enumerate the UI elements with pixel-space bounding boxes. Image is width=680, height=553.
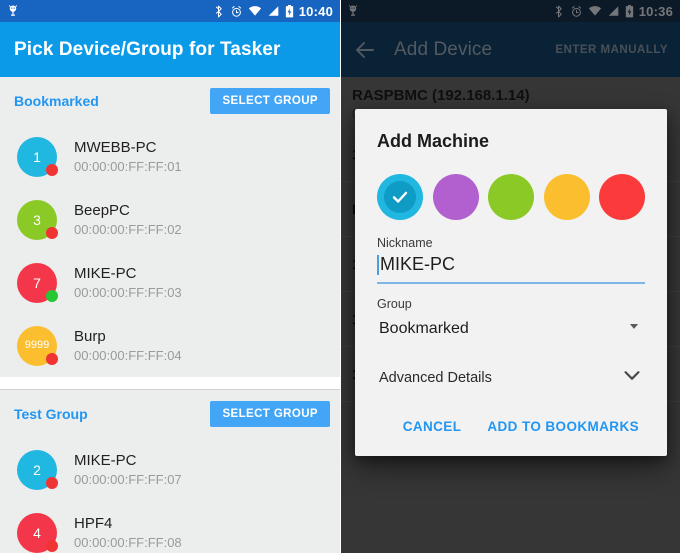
caret-down-icon bbox=[627, 319, 641, 338]
color-swatch-green[interactable] bbox=[488, 174, 534, 220]
android-robot-icon bbox=[346, 4, 360, 18]
device-name: Burp bbox=[74, 328, 106, 345]
bluetooth-icon bbox=[552, 5, 565, 18]
avatar: 2 bbox=[17, 449, 58, 490]
avatar: 1 bbox=[17, 136, 58, 177]
status-bar-icons bbox=[552, 4, 634, 18]
advanced-details-toggle[interactable]: Advanced Details bbox=[377, 364, 645, 391]
status-bar-left: 10:40 bbox=[0, 0, 340, 22]
device-mac: 00:00:00:FF:FF:01 bbox=[74, 159, 182, 174]
device-name: MWEBB-PC bbox=[74, 139, 157, 156]
add-machine-dialog: Add Machine Nickname MIKE-PC Group Bookm… bbox=[355, 109, 667, 456]
avatar: 7 bbox=[17, 262, 58, 303]
alarm-icon bbox=[570, 5, 583, 18]
group-header-test-group: Test Group SELECT GROUP bbox=[0, 390, 340, 438]
color-swatch-row bbox=[377, 174, 645, 220]
select-group-button[interactable]: SELECT GROUP bbox=[210, 401, 330, 427]
list-item-text: HPF4 00:00:00:FF:FF:08 bbox=[74, 515, 182, 550]
battery-charging-icon bbox=[625, 4, 634, 18]
background-device-name: RASPBMC (192.168.1.14) bbox=[352, 87, 530, 104]
color-swatch-cyan[interactable] bbox=[377, 174, 423, 220]
status-badge bbox=[46, 289, 58, 302]
list-item[interactable]: 3 BeepPC 00:00:00:FF:FF:02 bbox=[0, 188, 340, 251]
list-item[interactable]: 9999 Burp 00:00:00:FF:FF:04 bbox=[0, 314, 340, 377]
cancel-button[interactable]: CANCEL bbox=[401, 415, 464, 438]
status-badge bbox=[46, 163, 58, 176]
group-section-test-group: Test Group SELECT GROUP 2 MIKE-PC 00:00:… bbox=[0, 390, 340, 553]
status-bar-clock: 10:40 bbox=[298, 3, 333, 19]
status-badge bbox=[46, 476, 58, 489]
status-bar-icons bbox=[212, 4, 294, 18]
screenshot-root: 10:40 Pick Device/Group for Tasker Bookm… bbox=[0, 0, 680, 553]
color-swatch-red[interactable] bbox=[599, 174, 645, 220]
wifi-icon bbox=[588, 5, 602, 17]
status-bar-clock: 10:36 bbox=[638, 3, 673, 19]
list-item[interactable]: 2 MIKE-PC 00:00:00:FF:FF:07 bbox=[0, 438, 340, 501]
color-swatch-purple[interactable] bbox=[432, 174, 479, 220]
right-phone-screen: 10:36 Add Device ENTER MANUALLY RASPBMC … bbox=[340, 0, 680, 553]
list-item[interactable]: 4 HPF4 00:00:00:FF:FF:08 bbox=[0, 501, 340, 553]
android-robot-icon bbox=[6, 4, 20, 18]
list-item-text: BeepPC 00:00:00:FF:FF:02 bbox=[74, 202, 182, 237]
avatar: 3 bbox=[17, 199, 58, 240]
color-swatch-amber[interactable] bbox=[543, 174, 590, 220]
list-item-text: MIKE-PC 00:00:00:FF:FF:03 bbox=[74, 265, 182, 300]
left-phone-screen: 10:40 Pick Device/Group for Tasker Bookm… bbox=[0, 0, 340, 553]
list-item[interactable]: 1 MWEBB-PC 00:00:00:FF:FF:01 bbox=[0, 125, 340, 188]
list-item-text: MIKE-PC 00:00:00:FF:FF:07 bbox=[74, 452, 182, 487]
arrow-back-icon[interactable] bbox=[352, 37, 378, 63]
device-mac: 00:00:00:FF:FF:07 bbox=[74, 472, 182, 487]
status-badge bbox=[46, 539, 58, 552]
nickname-input[interactable]: MIKE-PC bbox=[377, 252, 645, 284]
dialog-actions: CANCEL ADD TO BOOKMARKS bbox=[377, 415, 645, 448]
chevron-down-icon bbox=[621, 364, 643, 391]
avatar: 9999 bbox=[17, 325, 58, 366]
panel-separator bbox=[340, 0, 341, 553]
list-item[interactable]: 7 MIKE-PC 00:00:00:FF:FF:03 bbox=[0, 251, 340, 314]
signal-icon bbox=[607, 5, 620, 17]
device-mac: 00:00:00:FF:FF:03 bbox=[74, 285, 182, 300]
device-mac: 00:00:00:FF:FF:04 bbox=[74, 348, 182, 363]
group-header-bookmarked: Bookmarked SELECT GROUP bbox=[0, 77, 340, 125]
status-badge bbox=[46, 352, 58, 365]
dialog-title: Add Machine bbox=[377, 131, 490, 151]
check-icon bbox=[392, 191, 408, 203]
enter-manually-button[interactable]: ENTER MANUALLY bbox=[555, 44, 668, 56]
select-group-button[interactable]: SELECT GROUP bbox=[210, 88, 330, 114]
app-bar-left: Pick Device/Group for Tasker bbox=[0, 22, 340, 77]
nickname-value: MIKE-PC bbox=[380, 254, 456, 274]
group-section-bookmarked: Bookmarked SELECT GROUP 1 MWEBB-PC 00:00… bbox=[0, 77, 340, 377]
group-label: Group bbox=[377, 297, 412, 311]
device-name: BeepPC bbox=[74, 202, 130, 219]
group-selected-value: Bookmarked bbox=[379, 319, 469, 337]
device-name: MIKE-PC bbox=[74, 265, 137, 282]
group-title: Bookmarked bbox=[14, 93, 99, 109]
text-caret bbox=[377, 254, 379, 275]
status-bar-right: 10:36 bbox=[340, 0, 680, 22]
section-spacer bbox=[0, 377, 340, 389]
signal-icon bbox=[267, 5, 280, 17]
group-dropdown[interactable]: Bookmarked bbox=[377, 317, 645, 340]
alarm-icon bbox=[230, 5, 243, 18]
avatar: 4 bbox=[17, 512, 58, 553]
nickname-label: Nickname bbox=[377, 236, 433, 250]
device-name: MIKE-PC bbox=[74, 452, 137, 469]
app-bar-right: Add Device ENTER MANUALLY bbox=[340, 22, 680, 77]
bluetooth-icon bbox=[212, 5, 225, 18]
status-badge bbox=[46, 226, 58, 239]
page-title: Add Device bbox=[394, 38, 493, 60]
battery-charging-icon bbox=[285, 4, 294, 18]
color-swatch-selected-ring bbox=[384, 181, 416, 213]
wifi-icon bbox=[248, 5, 262, 17]
page-title: Pick Device/Group for Tasker bbox=[14, 38, 281, 60]
device-mac: 00:00:00:FF:FF:08 bbox=[74, 535, 182, 550]
add-to-bookmarks-button[interactable]: ADD TO BOOKMARKS bbox=[485, 415, 641, 438]
device-name: HPF4 bbox=[74, 515, 113, 532]
list-item-text: Burp 00:00:00:FF:FF:04 bbox=[74, 328, 182, 363]
list-item-text: MWEBB-PC 00:00:00:FF:FF:01 bbox=[74, 139, 182, 174]
advanced-details-label: Advanced Details bbox=[379, 369, 492, 386]
device-mac: 00:00:00:FF:FF:02 bbox=[74, 222, 182, 237]
group-title: Test Group bbox=[14, 406, 88, 422]
